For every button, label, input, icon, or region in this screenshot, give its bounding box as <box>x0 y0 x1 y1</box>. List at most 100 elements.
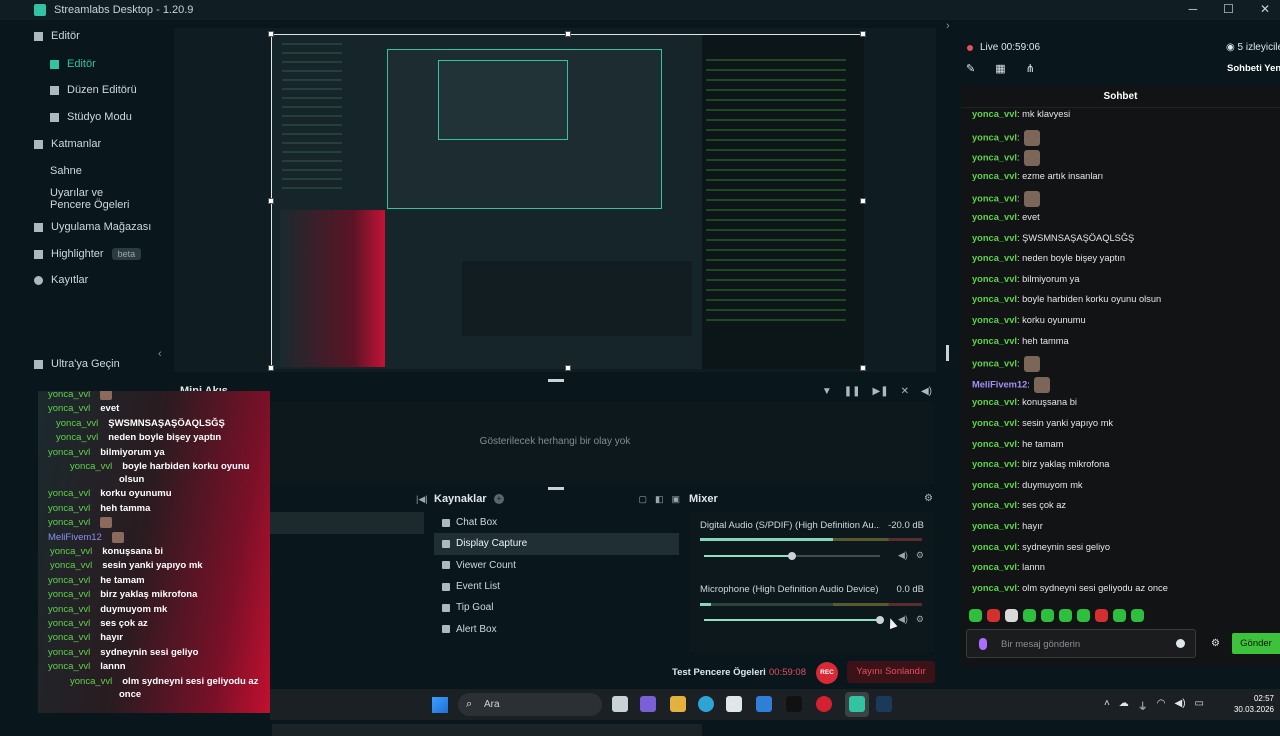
chat-username[interactable]: yonca_vvl <box>972 336 1017 346</box>
source-item[interactable]: Display Capture <box>434 533 679 555</box>
emote-icon[interactable] <box>1023 609 1036 622</box>
emote-icon[interactable] <box>969 609 982 622</box>
emote-icon[interactable] <box>1095 609 1108 622</box>
tiktok-icon[interactable] <box>786 696 802 712</box>
mail-icon[interactable] <box>756 696 772 712</box>
emote-icon[interactable] <box>987 609 1000 622</box>
chat-username[interactable]: MeliFivem12 <box>972 379 1027 389</box>
chat-username[interactable]: yonca_vvl <box>972 132 1017 142</box>
emote-icon[interactable] <box>1113 609 1126 622</box>
cloud-icon[interactable]: ☁ <box>1119 698 1129 713</box>
resize-handle[interactable] <box>860 198 866 204</box>
store-icon[interactable]: ▦ <box>995 62 1005 75</box>
share-icon[interactable]: ⋔ <box>1026 62 1035 75</box>
chat-username[interactable]: yonca_vvl <box>972 315 1017 325</box>
chat-username[interactable]: yonca_vvl <box>972 542 1017 552</box>
expand-chat-icon[interactable]: › <box>946 20 950 32</box>
scene-row[interactable] <box>270 512 424 534</box>
chat-username[interactable]: yonca_vvl <box>972 562 1017 572</box>
chat-username[interactable]: yonca_vvl <box>972 212 1017 222</box>
skip-icon[interactable]: ▶❚ <box>873 386 889 397</box>
chat-username[interactable]: yonca_vvl <box>972 153 1017 163</box>
store-app-icon[interactable] <box>726 696 742 712</box>
emote-icon[interactable] <box>1059 609 1072 622</box>
group-icon[interactable]: ◧ <box>655 494 664 505</box>
new-chat-button[interactable]: Sohbeti Yeni <box>1227 63 1280 74</box>
pause-icon[interactable]: ❚❚ <box>844 386 861 397</box>
widgets-icon[interactable] <box>640 696 656 712</box>
scene-transition-icon[interactable]: |◀| <box>416 494 428 505</box>
mute-alerts-icon[interactable]: ✕ <box>901 386 909 397</box>
source-item[interactable]: Chat Box <box>434 512 679 533</box>
taskbar-clock[interactable]: 02:57 30.03.2026 <box>1234 693 1274 715</box>
sidebar-item-editor[interactable]: Editör <box>50 58 96 70</box>
chat-username[interactable]: yonca_vvl <box>972 439 1017 449</box>
task-view-icon[interactable] <box>612 696 628 712</box>
chat-message-input[interactable]: Bir mesaj gönderin <box>966 629 1196 658</box>
maximize-icon[interactable]: ☐ <box>1223 2 1234 16</box>
resize-handle[interactable] <box>565 31 571 37</box>
wifi-icon[interactable]: ◠ <box>1157 698 1166 713</box>
sidebar-item-recordings[interactable]: Kayıtlar <box>34 274 88 286</box>
streamlabs-taskbar-icon[interactable] <box>849 696 865 712</box>
volume-slider-knob[interactable] <box>788 552 796 560</box>
volume-slider[interactable] <box>704 552 880 560</box>
usb-icon[interactable]: ⏚ <box>1138 698 1148 713</box>
collapse-sidebar-icon[interactable]: ‹ <box>158 348 162 360</box>
speaker-icon[interactable]: ◀) <box>898 550 908 561</box>
volume-slider[interactable] <box>704 616 884 624</box>
chat-settings-icon[interactable]: ⚙ <box>1211 638 1220 649</box>
windows-start-icon[interactable] <box>432 697 448 713</box>
sidebar-item-alerts[interactable]: Uyarılar ve Pencere Ögeleri <box>50 187 140 211</box>
chat-username[interactable]: yonca_vvl <box>972 500 1017 510</box>
vertical-resize-handle[interactable] <box>946 345 949 361</box>
chat-username[interactable]: yonca_vvl <box>972 521 1017 531</box>
speaker-icon[interactable]: ◀) <box>898 614 908 625</box>
chat-username[interactable]: yonca_vvl <box>972 253 1017 263</box>
chat-username[interactable]: yonca_vvl <box>972 583 1017 593</box>
opera-icon[interactable] <box>816 696 832 712</box>
emote-icon[interactable] <box>1077 609 1090 622</box>
select-icon[interactable]: ▢ <box>638 494 647 505</box>
chat-username[interactable]: yonca_vvl <box>972 171 1017 181</box>
sidebar-item-app-store[interactable]: Uygulama Mağazası▾ <box>34 221 269 233</box>
display-capture-preview[interactable] <box>268 31 866 736</box>
resize-handle[interactable] <box>860 365 866 371</box>
emote-icon[interactable] <box>1005 609 1018 622</box>
chevron-up-icon[interactable]: ˄ <box>1104 698 1110 713</box>
sidebar-item-studio-mode[interactable]: Stüdyo Modu <box>50 111 132 123</box>
emoji-icon[interactable] <box>1176 639 1185 648</box>
chat-username[interactable]: yonca_vvl <box>972 194 1017 204</box>
edit-icon[interactable]: ✎ <box>966 62 975 75</box>
close-icon[interactable]: ✕ <box>1260 2 1270 16</box>
gear-icon[interactable]: ⚙ <box>924 493 933 504</box>
chat-username[interactable]: yonca_vvl <box>972 233 1017 243</box>
chat-username[interactable]: yonca_vvl <box>972 480 1017 490</box>
volume-slider-knob[interactable] <box>876 616 884 624</box>
mic-icon[interactable] <box>979 638 987 650</box>
emote-icon[interactable] <box>1131 609 1144 622</box>
source-item[interactable]: Alert Box <box>434 618 679 639</box>
chat-username[interactable]: yonca_vvl <box>972 418 1017 428</box>
sidebar-item-scene[interactable]: Sahne <box>50 165 82 177</box>
filter-icon[interactable]: ▼ <box>822 386 832 397</box>
chat-username[interactable]: yonca_vvl <box>972 359 1017 369</box>
resize-handle[interactable] <box>268 198 274 204</box>
sidebar-item-highlighter[interactable]: Highlighter beta <box>34 248 142 260</box>
taskbar-search[interactable]: ⌕ Ara <box>458 693 602 716</box>
chat-username[interactable]: yonca_vvl <box>972 459 1017 469</box>
resize-handle[interactable] <box>268 365 274 371</box>
test-widgets-button[interactable]: Test Pencere Ögeleri <box>672 667 766 678</box>
sidebar-section-editor[interactable]: Editör▴ <box>34 30 198 42</box>
chat-username[interactable]: yonca_vvl <box>972 274 1017 284</box>
chat-username[interactable]: yonca_vvl <box>972 294 1017 304</box>
gear-icon[interactable]: ⚙ <box>916 550 924 561</box>
sidebar-item-ultra[interactable]: Ultra'ya Geçin <box>34 358 120 370</box>
minimize-icon[interactable]: ─ <box>1189 2 1198 16</box>
add-source-icon[interactable]: + <box>494 494 504 504</box>
chat-username[interactable]: yonca_vvl <box>972 397 1017 407</box>
rec-button[interactable]: REC <box>816 662 838 684</box>
source-item[interactable]: Event List <box>434 576 679 597</box>
resize-handle[interactable] <box>860 31 866 37</box>
source-item[interactable]: Viewer Count <box>434 555 679 576</box>
